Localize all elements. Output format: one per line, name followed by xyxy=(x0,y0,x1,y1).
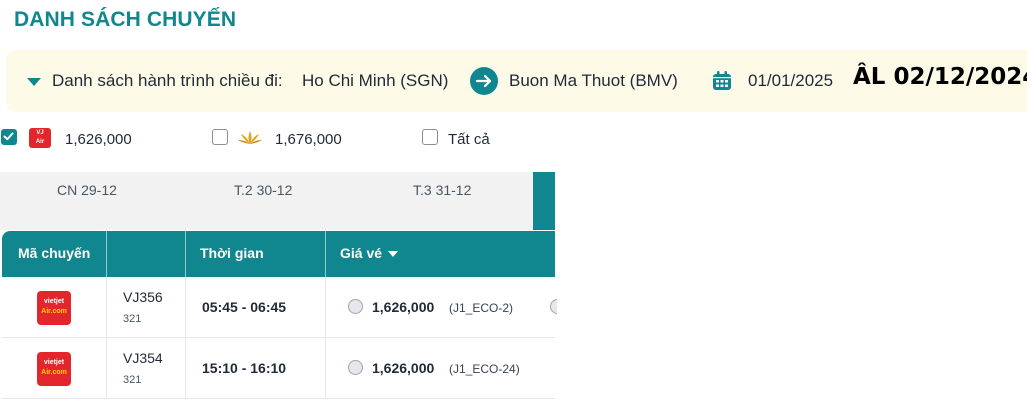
sort-down-icon[interactable] xyxy=(388,251,399,258)
filter-all-checkbox[interactable] xyxy=(422,129,438,145)
fare-radio-next[interactable] xyxy=(550,299,557,314)
flight-code: VJ356 xyxy=(123,289,163,305)
vietjet-logo: vietjet Air.com xyxy=(37,291,71,325)
tab-date-31-12[interactable]: T.3 31-12 xyxy=(413,182,471,198)
filter-all-label: Tất cả xyxy=(448,131,490,148)
vietnam-airlines-lotus-icon xyxy=(237,128,263,153)
flight-time: 05:45 - 06:45 xyxy=(202,299,287,315)
tab-date-active[interactable] xyxy=(533,172,555,230)
collapse-caret-icon[interactable] xyxy=(27,78,41,86)
header-fare[interactable]: Giá vé xyxy=(340,245,399,261)
airline-filter-row: VJ Air 1,626,000 1,676,000 Tất cả xyxy=(0,128,560,152)
lunar-date: ÂL 02/12/2024 xyxy=(853,64,1027,90)
table-row: vietjet Air.com VJ354 321 15:10 - 16:10 1… xyxy=(2,338,555,399)
departure-date[interactable]: 01/01/2025 xyxy=(748,71,833,91)
fare-radio[interactable] xyxy=(348,360,363,375)
filter-vietjet-checkbox[interactable] xyxy=(1,129,17,145)
flight-table-header: Mã chuyến Thời gian Giá vé xyxy=(2,231,555,277)
tab-date-30-12[interactable]: T.2 30-12 xyxy=(234,182,292,198)
route-label: Danh sách hành trình chiều đi: xyxy=(52,71,283,90)
aircraft-type: 321 xyxy=(123,374,142,386)
date-tabs: CN 29-12 T.2 30-12 T.3 31-12 xyxy=(0,172,555,230)
filter-vietnam-airlines-checkbox[interactable] xyxy=(212,129,228,145)
filter-vietnam-airlines-price: 1,676,000 xyxy=(275,131,342,148)
route-destination: Buon Ma Thuot (BMV) xyxy=(509,71,678,90)
route-bar: Danh sách hành trình chiều đi: Ho Chi Mi… xyxy=(6,50,1027,112)
vietjet-logo: vietjet Air.com xyxy=(37,352,71,386)
route-origin: Ho Chi Minh (SGN) xyxy=(302,71,449,90)
fare-class: (J1_ECO-2) xyxy=(449,301,514,315)
fare-price: 1,626,000 xyxy=(372,360,435,376)
header-fare-label: Giá vé xyxy=(340,245,383,261)
fare-price: 1,626,000 xyxy=(372,299,435,315)
arrow-right-icon xyxy=(470,67,498,95)
table-row: vietjet Air.com VJ356 321 05:45 - 06:45 1… xyxy=(2,277,557,338)
tab-date-29-12[interactable]: CN 29-12 xyxy=(57,182,117,198)
vietjet-logo: VJ Air xyxy=(29,128,51,148)
aircraft-type: 321 xyxy=(123,313,142,325)
fare-radio[interactable] xyxy=(348,299,363,314)
header-time: Thời gian xyxy=(200,245,264,261)
fare-class: (J1_ECO-24) xyxy=(449,362,520,376)
header-flight-code: Mã chuyến xyxy=(18,245,91,261)
calendar-icon[interactable] xyxy=(711,70,733,92)
flight-code: VJ354 xyxy=(123,350,163,366)
page-title: DANH SÁCH CHUYẾN xyxy=(14,8,237,31)
filter-vietjet-price: 1,626,000 xyxy=(65,131,132,148)
flight-time: 15:10 - 16:10 xyxy=(202,360,287,376)
